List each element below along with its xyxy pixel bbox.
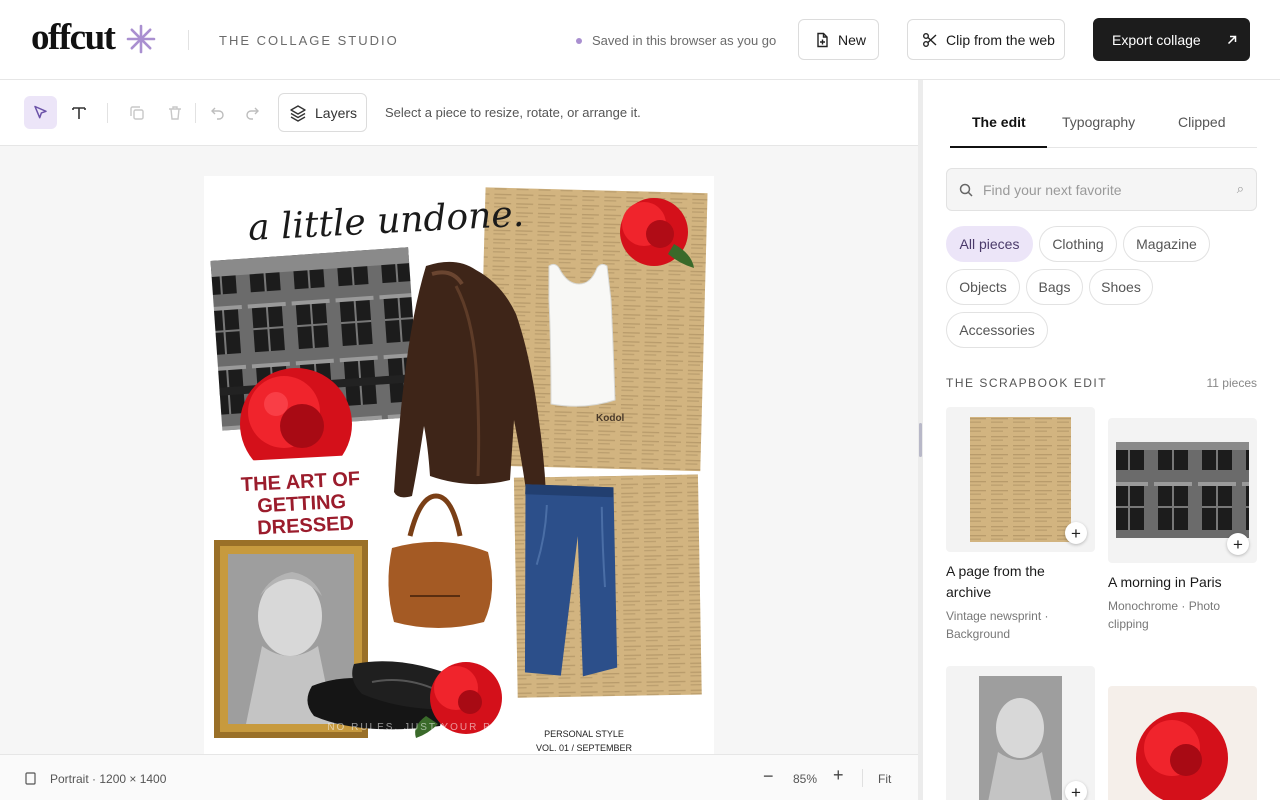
section-title: THE SCRAPBOOK EDIT <box>946 376 1108 390</box>
new-button-label: New <box>838 31 867 48</box>
redo-button[interactable] <box>235 96 268 129</box>
collage-headline[interactable]: a little undone. <box>247 194 525 249</box>
canvas-toolbar: Layers Select a piece to resize, rotate,… <box>0 80 918 146</box>
art-title: THE ART OF GETTING DRESSED <box>240 468 368 540</box>
sparkle-logo-icon <box>126 24 156 54</box>
newsprint-brand: Kodol <box>596 413 625 424</box>
studio-subtitle: THE COLLAGE STUDIO <box>219 33 399 48</box>
card-subtitle: Monochrome · Photo clipping <box>1108 599 1221 631</box>
tab-clipped[interactable]: Clipped <box>1178 114 1225 130</box>
trash-icon <box>168 105 181 120</box>
fit-button[interactable]: Fit <box>878 772 891 786</box>
layers-icon <box>290 104 306 122</box>
clip-from-web-button[interactable]: Clip from the web <box>907 19 1065 60</box>
card-subtitle: Vintage newsprint · Background <box>946 609 1049 641</box>
card-title: A morning in Paris <box>1108 574 1222 590</box>
chip-bags[interactable]: Bags <box>1026 269 1083 305</box>
select-tool[interactable] <box>24 96 57 129</box>
library-panel: The edit Typography Clipped ⌕ All pieces… <box>923 80 1280 800</box>
chip-accessories[interactable]: Accessories <box>946 312 1048 348</box>
text-icon <box>71 106 86 119</box>
clip-button-label: Clip from the web <box>946 31 1055 48</box>
logo[interactable]: offcut <box>31 18 116 58</box>
save-status-text: Saved in this browser as you go <box>592 33 777 48</box>
active-tab-indicator <box>950 146 1047 148</box>
search-box: ⌕ <box>946 168 1257 211</box>
card-thumbnail[interactable] <box>1108 686 1257 800</box>
undo-button[interactable] <box>201 96 234 129</box>
add-piece-button[interactable]: + <box>1065 522 1087 544</box>
chip-clothing[interactable]: Clothing <box>1039 226 1117 262</box>
resize-handle-icon[interactable] <box>919 423 922 457</box>
add-piece-button[interactable]: + <box>1227 533 1249 555</box>
tab-typography[interactable]: Typography <box>1062 114 1135 130</box>
text-tool[interactable] <box>62 96 95 129</box>
card-thumbnail[interactable]: + <box>946 666 1095 800</box>
app-header: offcut THE COLLAGE STUDIO Saved in this … <box>0 0 1280 80</box>
bust-thumb <box>979 676 1062 800</box>
search-submit-icon[interactable]: ⌕ <box>1237 181 1244 197</box>
section-count: 11 pieces <box>1206 376 1257 390</box>
toolbar-divider <box>195 103 196 123</box>
search-input[interactable] <box>983 181 1233 198</box>
chip-magazine[interactable]: Magazine <box>1123 226 1210 262</box>
rose-thumb <box>1136 712 1228 800</box>
zoom-out-button[interactable]: − <box>763 766 774 787</box>
zoom-in-button[interactable]: + <box>833 765 844 786</box>
export-collage-button[interactable]: Export collage <box>1093 18 1250 61</box>
scissors-icon <box>923 32 937 47</box>
header-divider <box>188 30 189 50</box>
card-thumbnail[interactable]: + <box>946 407 1095 552</box>
export-button-label: Export collage <box>1112 31 1201 48</box>
white-tank-top-clipping[interactable] <box>548 263 616 407</box>
pointer-icon <box>33 105 47 118</box>
copy-icon <box>129 105 144 120</box>
tab-the-edit[interactable]: The edit <box>972 114 1026 130</box>
toolbar-hint: Select a piece to resize, rotate, or arr… <box>385 105 641 120</box>
issue-line-1: PERSONAL STYLE <box>544 729 624 739</box>
canvas-area[interactable]: Kodol THE ART OF GETTING DRESSED a littl… <box>0 146 918 754</box>
canvas-statusbar: Portrait · 1200 × 1400 − 85% + Fit <box>0 754 918 800</box>
page-format[interactable]: Portrait · 1200 × 1400 <box>50 772 166 786</box>
issue-line-2: VOL. 01 / SEPTEMBER <box>536 743 633 753</box>
zoom-level: 85% <box>793 772 818 786</box>
duplicate-tool[interactable] <box>120 96 153 129</box>
new-document-icon <box>817 32 828 47</box>
layers-label: Layers <box>315 104 358 121</box>
chip-all-pieces[interactable]: All pieces <box>946 226 1033 262</box>
chip-shoes[interactable]: Shoes <box>1089 269 1153 305</box>
status-dot-icon <box>576 37 582 44</box>
arrow-up-right-icon <box>1227 35 1236 44</box>
undo-icon <box>210 107 224 120</box>
redo-icon <box>245 107 259 120</box>
statusbar-divider <box>862 769 863 787</box>
toolbar-divider <box>107 103 108 123</box>
collage-artwork: Kodol THE ART OF GETTING DRESSED a littl… <box>210 187 708 753</box>
card-thumbnail[interactable]: + <box>1108 418 1257 563</box>
new-button[interactable]: New <box>798 19 879 60</box>
brown-bag-clipping[interactable] <box>388 493 493 628</box>
chip-objects[interactable]: Objects <box>946 269 1020 305</box>
collage-page[interactable]: Kodol THE ART OF GETTING DRESSED a littl… <box>204 176 714 754</box>
card-title: A page from the archive <box>946 563 1045 600</box>
delete-tool[interactable] <box>158 96 191 129</box>
save-status: Saved in this browser as you go <box>576 33 776 48</box>
layers-button[interactable]: Layers <box>278 93 367 132</box>
add-piece-button[interactable]: + <box>1065 781 1087 800</box>
page-portrait-icon <box>25 772 36 785</box>
search-icon <box>959 183 973 197</box>
